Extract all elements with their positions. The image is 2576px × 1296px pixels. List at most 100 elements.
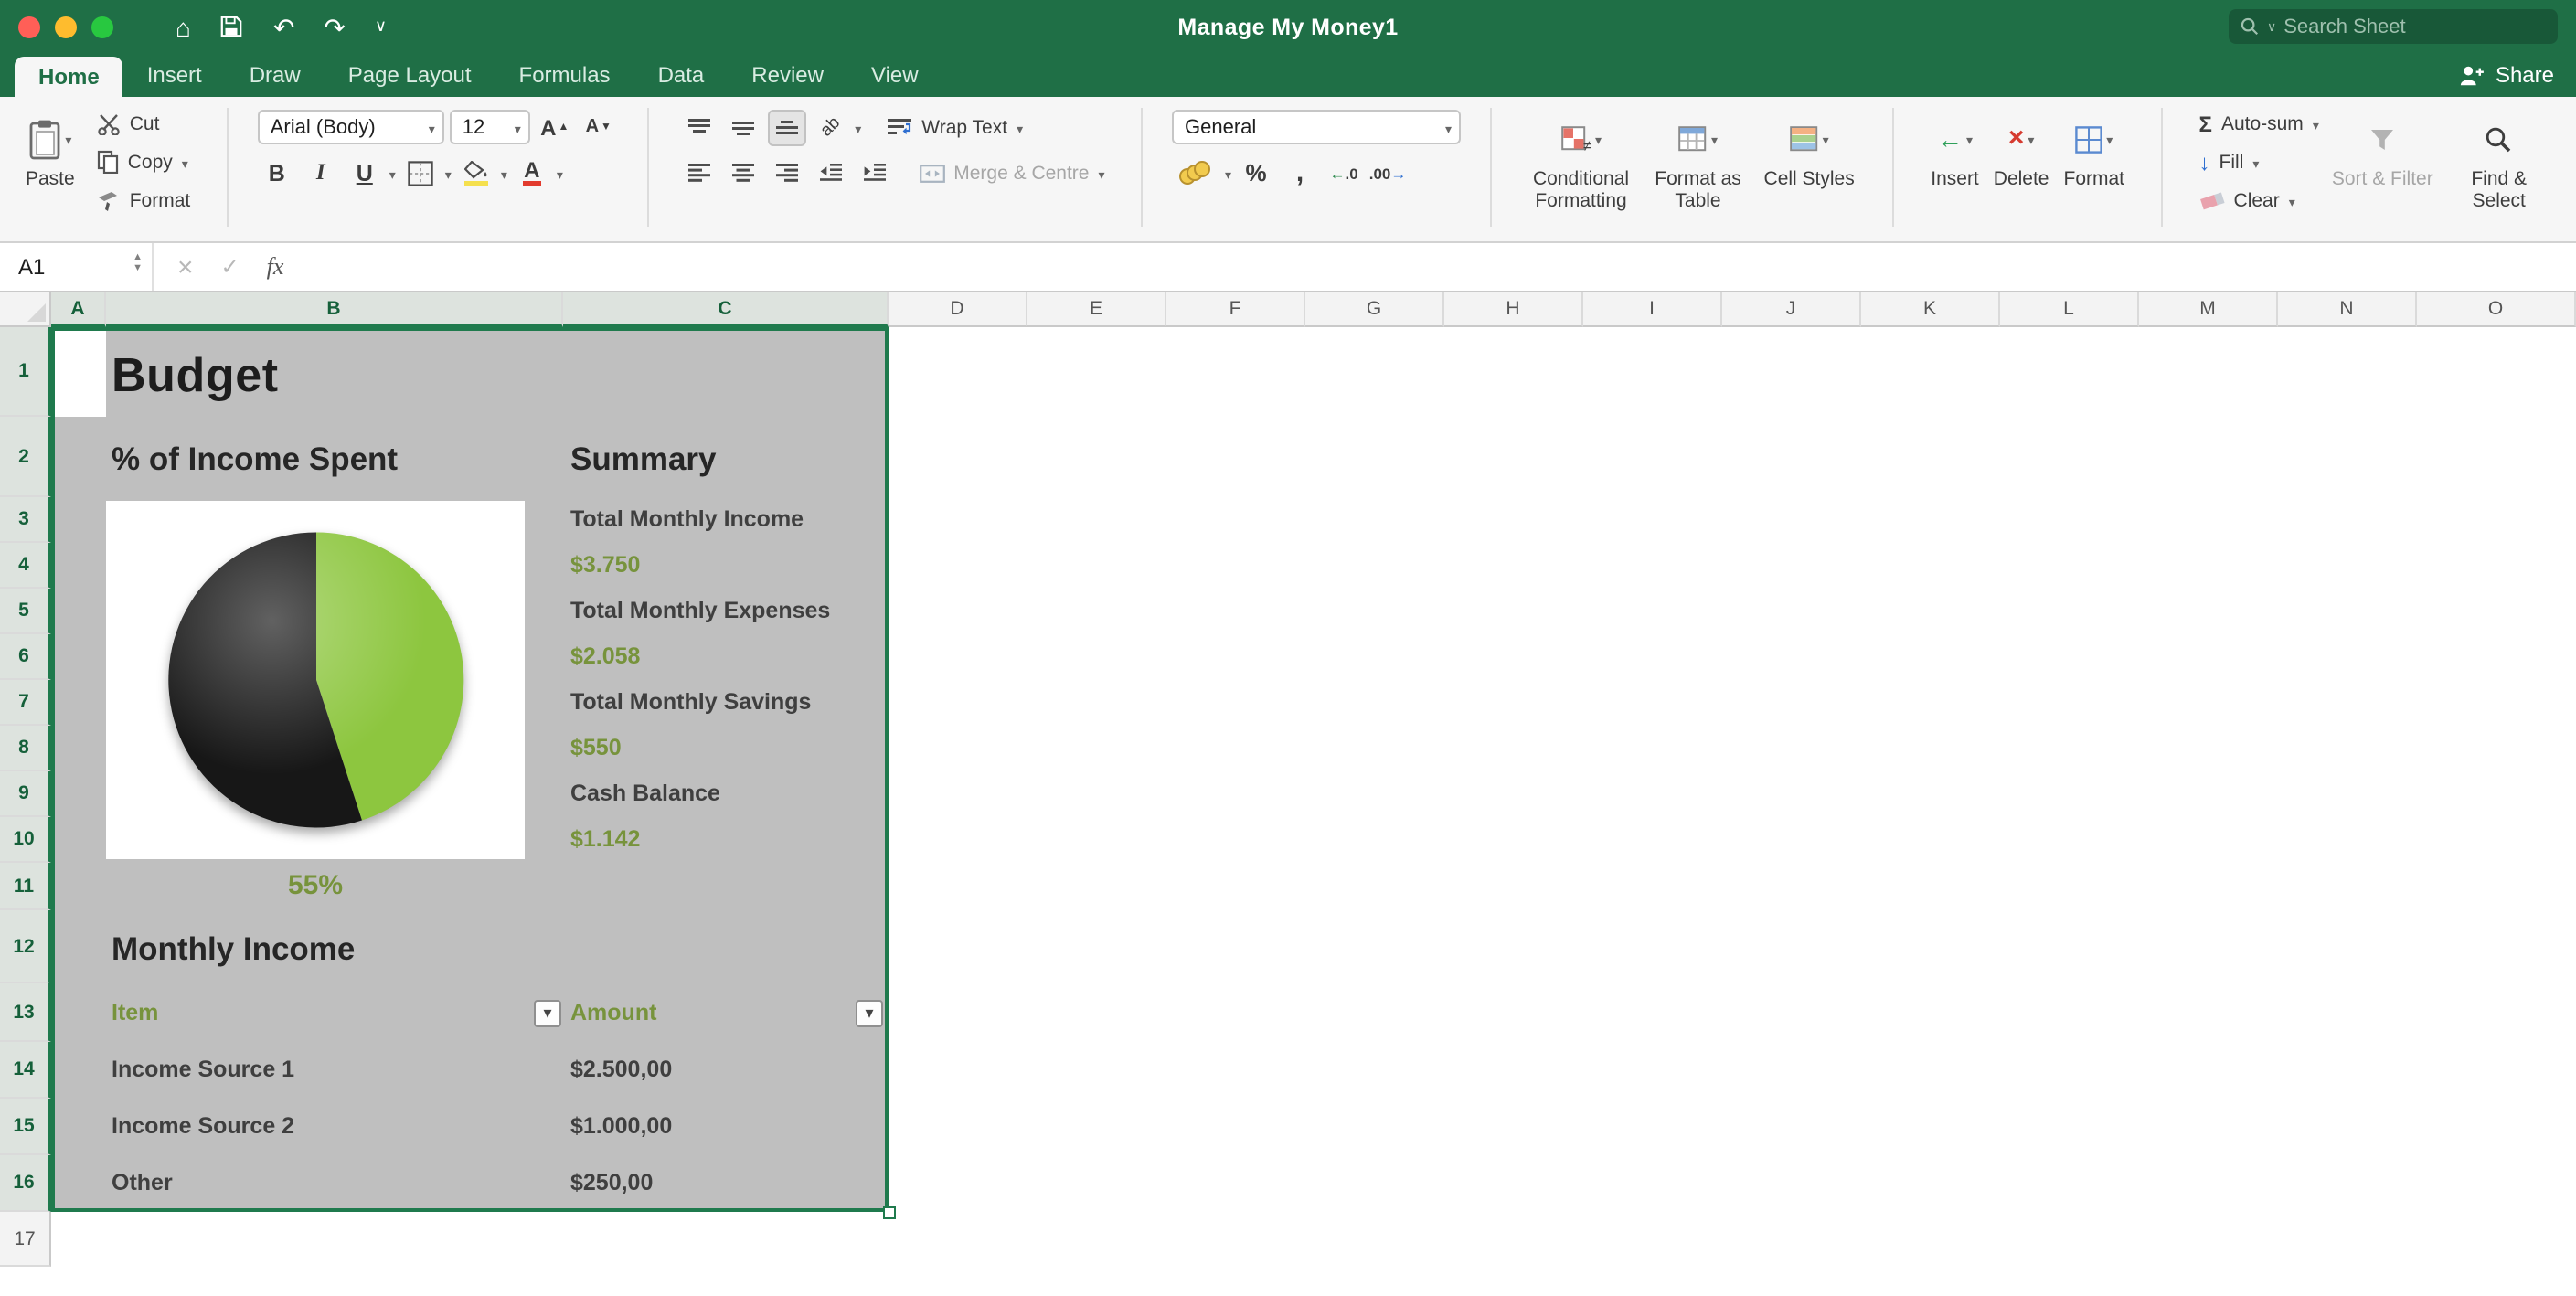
font-color-dropdown-caret[interactable]: [557, 162, 563, 184]
column-header-n[interactable]: N: [2278, 292, 2417, 327]
row-header-12[interactable]: 12: [0, 910, 51, 983]
fill-color-button[interactable]: [457, 154, 495, 191]
column-header-i[interactable]: I: [1583, 292, 1722, 327]
sort-filter-button[interactable]: Sort & Filter: [2325, 104, 2441, 192]
fill-color-dropdown-caret[interactable]: [501, 162, 507, 184]
column-header-a[interactable]: A: [51, 292, 106, 327]
decrease-font-size-button[interactable]: A▼: [580, 109, 618, 145]
cell-styles-button[interactable]: Cell Styles: [1757, 104, 1862, 192]
share-button[interactable]: Share: [2459, 53, 2554, 97]
copy-button[interactable]: Copy: [91, 143, 197, 181]
row-header-1[interactable]: 1: [0, 327, 51, 417]
pie-chart-container[interactable]: [106, 501, 525, 859]
close-button[interactable]: [18, 16, 40, 37]
align-bottom-button[interactable]: [767, 109, 805, 145]
italic-button[interactable]: I: [302, 154, 340, 191]
row-header-7[interactable]: 7: [0, 680, 51, 726]
home-icon[interactable]: ⌂: [176, 14, 191, 39]
formula-input[interactable]: [307, 243, 2576, 291]
insert-function-icon[interactable]: fx: [267, 252, 284, 282]
copy-dropdown-caret[interactable]: [182, 151, 188, 173]
align-middle-button[interactable]: [723, 109, 761, 145]
align-right-button[interactable]: [767, 154, 805, 191]
tab-page-layout[interactable]: Page Layout: [325, 53, 495, 97]
clear-button[interactable]: Clear: [2194, 181, 2325, 219]
fill-button[interactable]: ↓ Fill: [2194, 143, 2325, 181]
column-header-b[interactable]: B: [106, 292, 563, 327]
tab-formulas[interactable]: Formulas: [495, 53, 634, 97]
cell-styles-caret[interactable]: [1823, 128, 1829, 150]
orientation-button[interactable]: ab: [811, 109, 849, 145]
save-icon[interactable]: [220, 15, 244, 38]
name-box[interactable]: A1 ▲▼: [0, 243, 154, 291]
row-header-17[interactable]: 17: [0, 1212, 51, 1267]
underline-dropdown-caret[interactable]: [389, 162, 396, 184]
format-cells-caret[interactable]: [2106, 128, 2113, 150]
active-cell-a1[interactable]: [51, 327, 106, 417]
accounting-format-button[interactable]: [1172, 154, 1219, 191]
column-header-g[interactable]: G: [1305, 292, 1444, 327]
paste-button[interactable]: Paste: [18, 104, 82, 192]
row-header-14[interactable]: 14: [0, 1042, 51, 1099]
tab-home[interactable]: Home: [15, 57, 123, 97]
decrease-indent-button[interactable]: [811, 154, 849, 191]
toolbar-more-icon[interactable]: ∨: [375, 18, 387, 35]
column-header-j[interactable]: J: [1722, 292, 1861, 327]
row-header-16[interactable]: 16: [0, 1155, 51, 1212]
row-header-5[interactable]: 5: [0, 589, 51, 634]
insert-cells-button[interactable]: ← Insert: [1923, 104, 1986, 192]
format-painter-button[interactable]: Format: [91, 181, 197, 219]
wrap-text-button[interactable]: Wrap Text: [881, 108, 1028, 146]
column-header-m[interactable]: M: [2139, 292, 2278, 327]
row-header-11[interactable]: 11: [0, 863, 51, 910]
selected-range-a1-c16[interactable]: Budget % of Income Spent Summary 55% Tot…: [51, 327, 889, 1212]
increase-indent-button[interactable]: [855, 154, 893, 191]
align-left-button[interactable]: [679, 154, 718, 191]
comma-style-button[interactable]: ,: [1281, 154, 1319, 191]
zoom-button[interactable]: [91, 16, 113, 37]
tab-draw[interactable]: Draw: [226, 53, 325, 97]
spreadsheet[interactable]: A B C D E F G H I J K L M N O 1 2 3 4 5 …: [0, 292, 2576, 1296]
cancel-icon[interactable]: ×: [177, 253, 194, 281]
underline-button[interactable]: U: [346, 154, 384, 191]
row-header-8[interactable]: 8: [0, 726, 51, 771]
row-header-15[interactable]: 15: [0, 1099, 51, 1155]
row-header-6[interactable]: 6: [0, 634, 51, 680]
undo-icon[interactable]: ↶: [273, 14, 294, 39]
row-header-2[interactable]: 2: [0, 417, 51, 497]
format-as-table-button[interactable]: Format as Table: [1640, 104, 1757, 214]
row-header-3[interactable]: 3: [0, 497, 51, 543]
decrease-decimal-button[interactable]: .00→: [1368, 154, 1407, 191]
enter-icon[interactable]: ✓: [221, 256, 240, 278]
clear-caret[interactable]: [2289, 189, 2295, 211]
bold-button[interactable]: B: [258, 154, 296, 191]
increase-decimal-button[interactable]: ←.0: [1325, 154, 1363, 191]
column-header-h[interactable]: H: [1444, 292, 1583, 327]
selection-fill-handle[interactable]: [883, 1206, 896, 1219]
paste-dropdown-caret[interactable]: [65, 128, 71, 150]
align-top-button[interactable]: [679, 109, 718, 145]
accounting-dropdown-caret[interactable]: [1225, 162, 1231, 184]
borders-dropdown-caret[interactable]: [445, 162, 452, 184]
row-header-10[interactable]: 10: [0, 817, 51, 863]
column-header-o[interactable]: O: [2417, 292, 2576, 327]
column-header-k[interactable]: K: [1861, 292, 2000, 327]
conditional-formatting-button[interactable]: ≠ Conditional Formatting: [1523, 104, 1640, 214]
wrap-text-dropdown-caret[interactable]: [1017, 116, 1023, 138]
font-size-select[interactable]: 12: [450, 110, 530, 144]
font-color-button[interactable]: A: [513, 154, 551, 191]
search-scope-caret[interactable]: ∨: [2267, 19, 2276, 34]
merge-centre-button[interactable]: Merge & Centre: [913, 154, 1110, 192]
column-header-d[interactable]: D: [889, 292, 1027, 327]
name-box-stepper[interactable]: ▲▼: [133, 252, 143, 274]
column-header-f[interactable]: F: [1166, 292, 1305, 327]
column-header-l[interactable]: L: [2000, 292, 2139, 327]
row-header-13[interactable]: 13: [0, 983, 51, 1042]
tab-insert[interactable]: Insert: [123, 53, 226, 97]
row-header-9[interactable]: 9: [0, 771, 51, 817]
merge-centre-dropdown-caret[interactable]: [1099, 162, 1105, 184]
autosum-button[interactable]: Σ Auto-sum: [2194, 104, 2325, 143]
borders-button[interactable]: [401, 154, 440, 191]
search-box[interactable]: ∨: [2229, 9, 2558, 44]
find-select-button[interactable]: Find & Select: [2441, 104, 2558, 214]
